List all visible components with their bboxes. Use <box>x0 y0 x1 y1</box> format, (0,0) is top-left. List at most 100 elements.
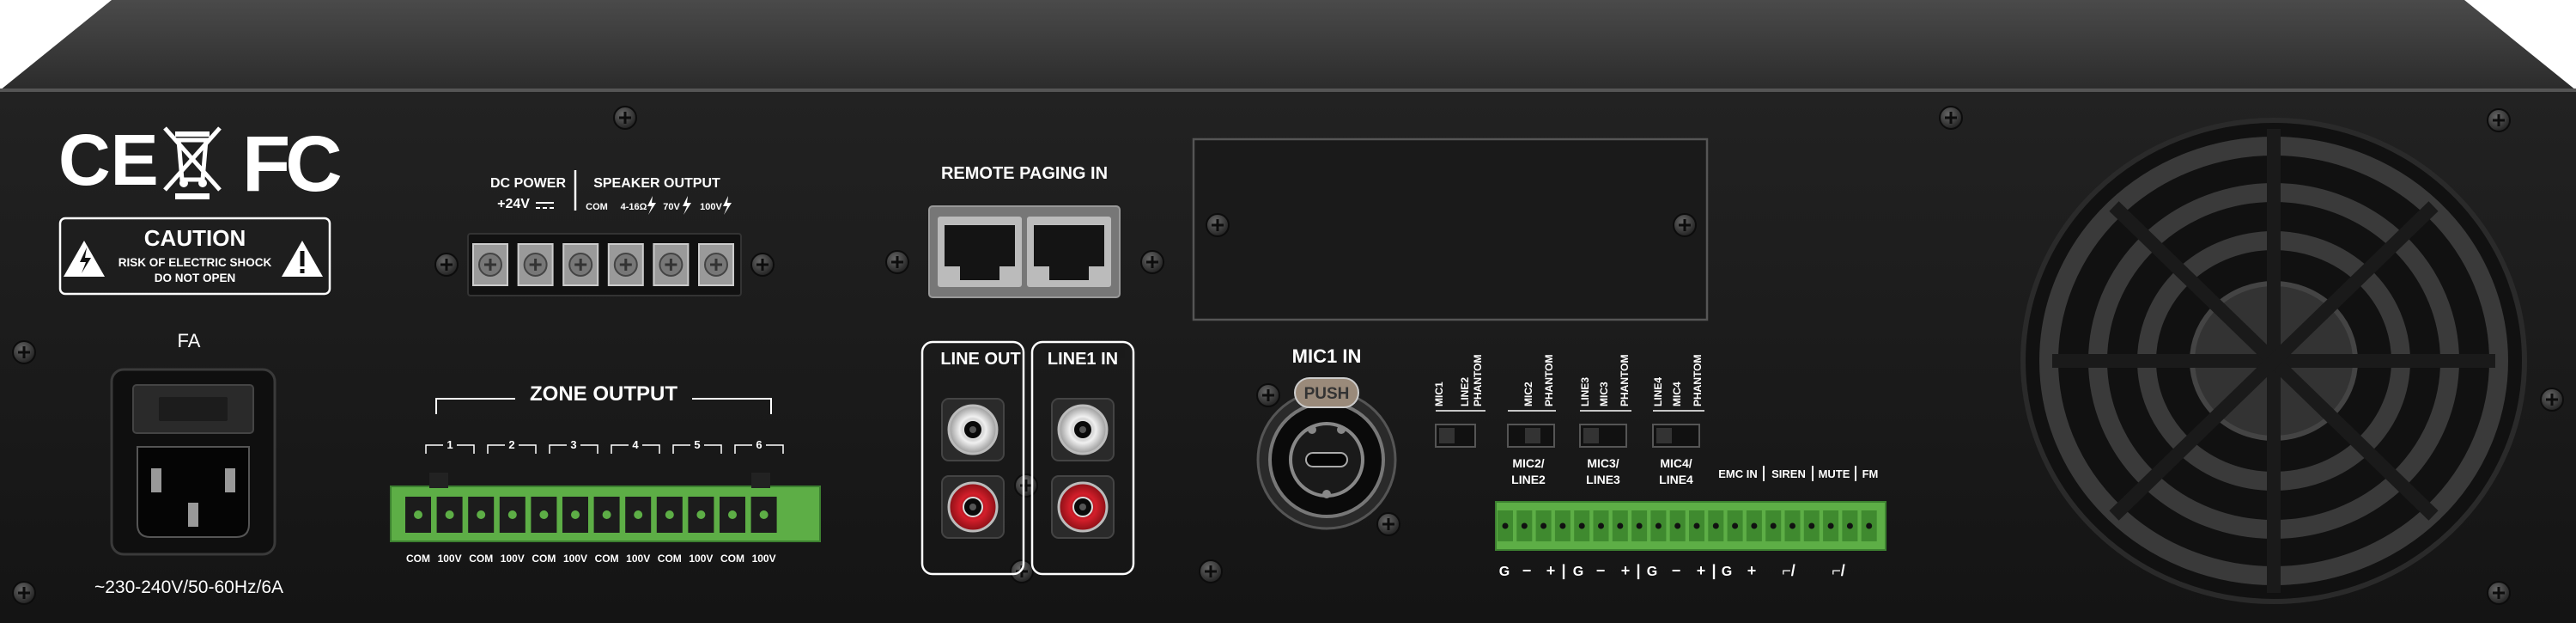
screw <box>1013 473 1039 498</box>
sw4-mic4-label: MIC4 <box>1671 382 1683 406</box>
expansion-slot-cover <box>1192 137 1709 321</box>
group2-label-line2: LINE2 <box>1511 473 1546 486</box>
zone-number-label: 6 <box>756 438 762 451</box>
dc-power-label: DC POWER <box>490 176 566 191</box>
emc-in-label: EMC IN <box>1718 467 1758 480</box>
group3-label-line2: LINE3 <box>1586 473 1620 486</box>
input-terminal[interactable] <box>1650 510 1667 541</box>
legend-plus: + <box>1747 562 1757 579</box>
speaker-terminal-screw[interactable] <box>472 243 508 286</box>
sw3-phantom-label: PHANTOM <box>1619 355 1631 406</box>
screw <box>11 339 37 365</box>
input-terminal[interactable] <box>1631 510 1648 541</box>
fuse-label: FA <box>178 330 201 351</box>
push-label: PUSH <box>1304 385 1350 403</box>
zone-terminal[interactable] <box>499 497 526 533</box>
dip-switch-input2[interactable] <box>1507 424 1555 448</box>
legend-g: G <box>1647 565 1657 579</box>
zone-terminal[interactable] <box>436 497 463 533</box>
legend-g: G <box>1573 565 1583 579</box>
zone-terminal[interactable] <box>750 497 777 533</box>
line1-in-white-jack[interactable] <box>1051 398 1115 461</box>
zone-terminal[interactable] <box>593 497 620 533</box>
zone-terminal[interactable] <box>688 497 714 533</box>
input-terminal[interactable] <box>1535 510 1552 541</box>
siren-label: SIREN <box>1771 467 1806 480</box>
input-terminal[interactable] <box>1861 510 1877 541</box>
speaker-terminal-screw[interactable] <box>517 243 554 286</box>
input-terminal[interactable] <box>1803 510 1820 541</box>
fm-label: FM <box>1862 467 1879 480</box>
speaker-terminal-screw[interactable] <box>607 243 644 286</box>
power-rating: ~230-240V/50-60Hz/6A <box>94 577 283 597</box>
group2-label-line1: MIC2/ <box>1512 456 1544 470</box>
sw4-phantom-label: PHANTOM <box>1692 355 1704 406</box>
dip-switch-input4[interactable] <box>1652 424 1700 448</box>
caution-line1: RISK OF ELECTRIC SHOCK <box>118 256 272 269</box>
input-terminal[interactable] <box>1669 510 1686 541</box>
mute-label: MUTE <box>1819 467 1850 480</box>
zone-terminal-label: COM <box>658 553 682 565</box>
input-terminal[interactable] <box>1516 510 1533 541</box>
screw <box>1672 212 1698 238</box>
rj45-port-2[interactable] <box>1027 217 1111 287</box>
zone-terminal-label: COM <box>469 553 493 565</box>
line-out-red-jack[interactable] <box>941 475 1005 539</box>
screw <box>750 252 775 278</box>
dip-switch-input3[interactable] <box>1579 424 1627 448</box>
input-terminal[interactable] <box>1593 510 1609 541</box>
chassis-edge <box>0 89 2576 92</box>
line-out-white-jack[interactable] <box>941 398 1005 461</box>
zone-terminal[interactable] <box>405 497 431 533</box>
input-terminal[interactable] <box>1842 510 1858 541</box>
zone-terminal[interactable] <box>656 497 683 533</box>
zone-terminal[interactable] <box>468 497 495 533</box>
zone-terminal[interactable] <box>531 497 557 533</box>
speaker-100v-label: 100V <box>700 202 722 212</box>
screw <box>2486 107 2512 133</box>
iec-power-inlet[interactable] <box>110 368 276 556</box>
zone-terminal-label: 100V <box>689 553 713 565</box>
input-terminal[interactable] <box>1554 510 1571 541</box>
zone-terminal[interactable] <box>625 497 652 533</box>
screw <box>1139 249 1165 275</box>
input-terminal[interactable] <box>1784 510 1801 541</box>
input-terminal[interactable] <box>1765 510 1782 541</box>
xlr-combo-jack[interactable] <box>1256 389 1397 530</box>
zone-output-label: ZONE OUTPUT <box>530 382 677 406</box>
group4-label-line2: LINE4 <box>1659 473 1693 486</box>
line1-in-red-jack[interactable] <box>1051 475 1115 539</box>
caution-title: CAUTION <box>144 225 246 251</box>
speaker-terminal-screw[interactable] <box>653 243 690 286</box>
input-terminal[interactable] <box>1708 510 1724 541</box>
input-terminal[interactable] <box>1746 510 1762 541</box>
legend-g: G <box>1499 565 1510 579</box>
input-terminal[interactable] <box>1823 510 1839 541</box>
sw2-phantom-label: PHANTOM <box>1543 355 1555 406</box>
xlr-push-release-button[interactable]: PUSH <box>1294 377 1359 408</box>
input-terminal[interactable] <box>1612 510 1628 541</box>
sw2-line2-label: LINE2 <box>1459 377 1471 406</box>
rj45-port-1[interactable] <box>938 217 1022 287</box>
input-terminal[interactable] <box>1498 510 1513 541</box>
screw <box>612 105 638 131</box>
zone-terminal-label: 100V <box>438 553 462 565</box>
speaker-terminal-screw[interactable] <box>698 243 734 286</box>
zone-terminal-label: 100V <box>626 553 650 565</box>
zone-terminal[interactable] <box>720 497 745 533</box>
zone-number-label: 1 <box>447 438 453 451</box>
speaker-terminal-screw[interactable] <box>562 243 599 286</box>
zone-terminal-label: COM <box>595 553 619 565</box>
sw4-line4-label: LINE4 <box>1652 377 1664 406</box>
caution-line2: DO NOT OPEN <box>155 272 236 284</box>
legend-g: G <box>1722 565 1732 579</box>
zone-terminal[interactable] <box>562 497 588 533</box>
zone-terminal-label: 100V <box>501 553 525 565</box>
legend-sep: | <box>1636 562 1640 579</box>
dip-switch-mic1[interactable] <box>1435 424 1476 448</box>
input-terminal[interactable] <box>1727 510 1743 541</box>
zone-terminal-label: COM <box>406 553 430 565</box>
input-terminal[interactable] <box>1689 510 1704 541</box>
input-terminal[interactable] <box>1574 510 1590 541</box>
chassis-top <box>0 0 2576 90</box>
